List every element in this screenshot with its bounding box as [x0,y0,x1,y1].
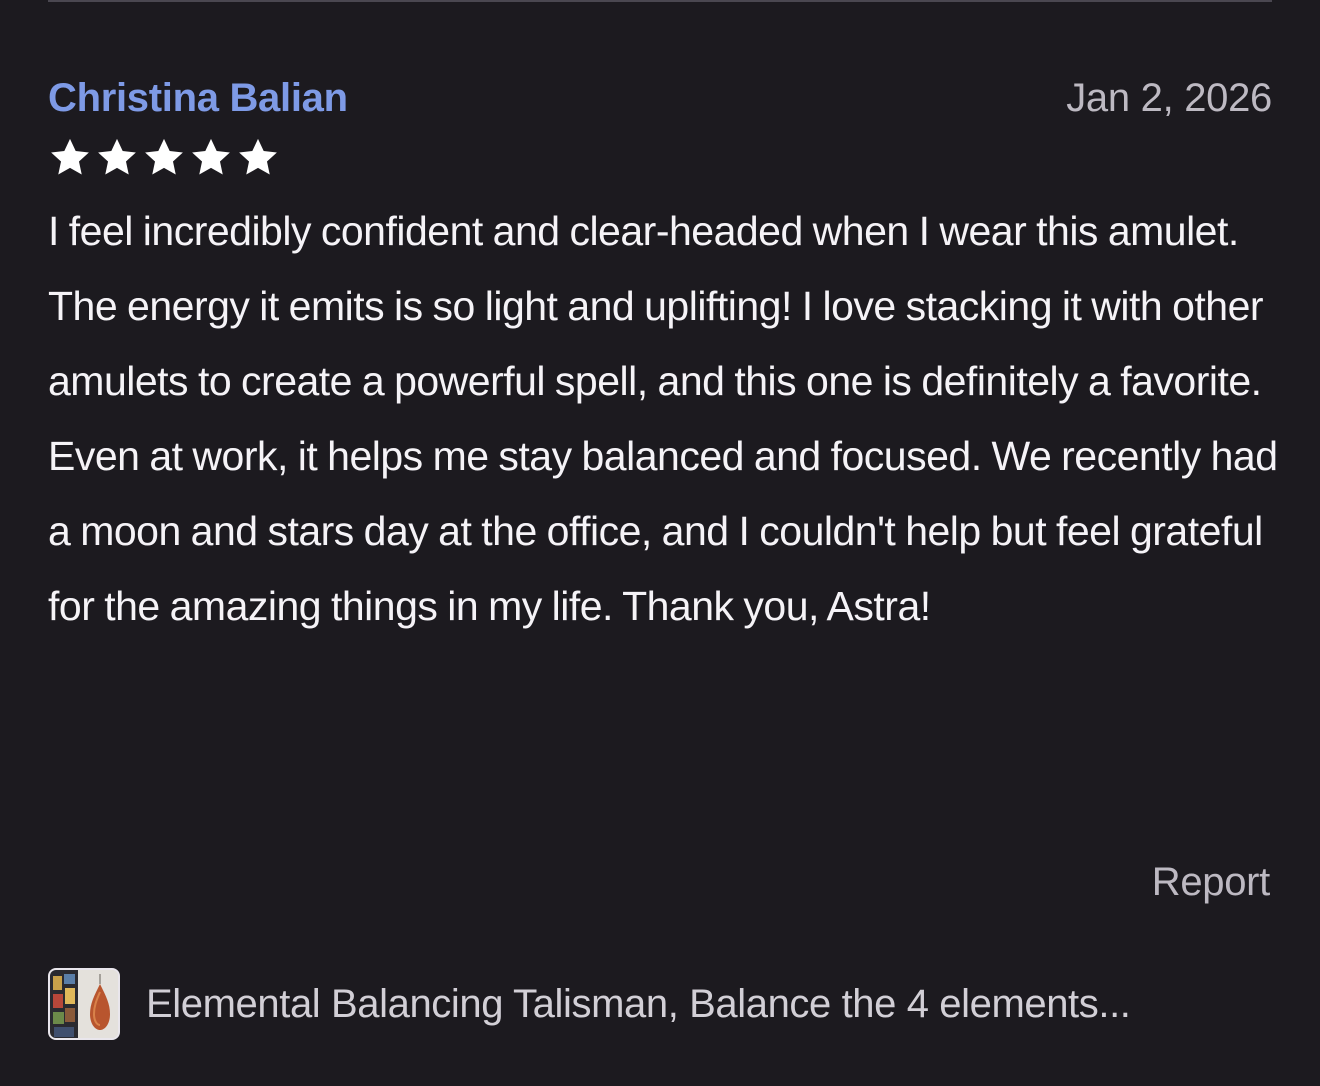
star-rating [48,138,1272,178]
report-row: Report [1152,860,1271,905]
reviewed-product-link[interactable]: Elemental Balancing Talisman, Balance th… [48,968,1272,1040]
star-icon [192,138,230,175]
star-icon [145,138,183,175]
review-header: Christina Balian Jan 2, 2026 [48,76,1272,128]
star-icon [51,138,89,175]
report-button[interactable]: Report [1152,860,1271,904]
star-icon [239,138,277,175]
review-text: I feel incredibly confident and clear-he… [48,208,1278,629]
product-title[interactable]: Elemental Balancing Talisman, Balance th… [146,982,1131,1027]
product-thumbnail-image [50,970,118,1038]
star-icon [98,138,136,175]
review-date: Jan 2, 2026 [1066,76,1272,120]
top-divider [48,0,1272,2]
review-card: Christina Balian Jan 2, 2026 I feel incr… [48,76,1278,644]
product-thumbnail[interactable] [48,968,120,1040]
reviewer-name-link[interactable]: Christina Balian [48,76,348,121]
